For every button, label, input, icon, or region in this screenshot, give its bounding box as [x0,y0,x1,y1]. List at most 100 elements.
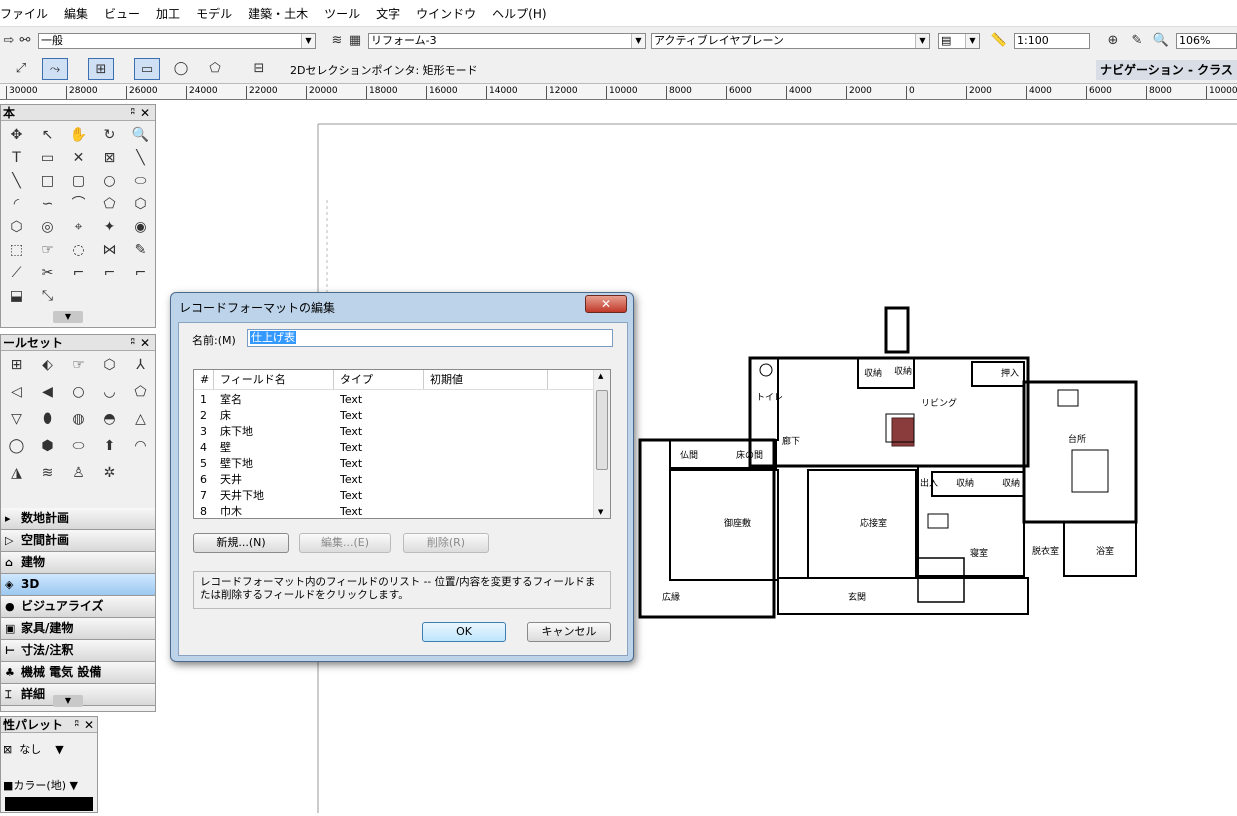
snap-icon[interactable]: ⊞ [88,58,114,80]
toolset-item-building[interactable]: ⌂ 建物 [1,552,155,574]
move-tool-icon[interactable]: ⬓ [1,285,32,308]
polygon-mode-icon[interactable]: ⬠ [206,60,224,78]
oval-tool-icon[interactable]: ⬭ [125,170,156,193]
split-tool-icon[interactable]: ⟋ [1,262,32,285]
class-select[interactable]: 一般 ▼ [38,33,316,49]
stake-tool-icon[interactable]: ⊠ [94,147,125,170]
nurbs-icon[interactable]: ◠ [125,435,156,458]
lasso-mode-icon[interactable]: ◯ [172,60,190,78]
toolset-item-dimension[interactable]: ⊢ 寸法/注釈 [1,640,155,662]
table-row[interactable]: 1 室名 Text [194,392,610,408]
zoom-icon[interactable]: 🔍 [1152,32,1170,50]
toolset-item-mep[interactable]: ♣ 機械 電気 設備 [1,662,155,684]
close-icon[interactable]: ✕ [140,105,150,121]
rotate-view-icon[interactable]: ↻ [94,124,125,147]
toolset-item-3d[interactable]: ◈ 3D [1,574,155,596]
freehand-tool-icon[interactable]: ∽ [32,193,63,216]
sweep-icon[interactable]: ◀ [32,381,63,404]
shell-icon[interactable]: ◍ [63,408,94,431]
table-row[interactable]: 8 巾木 Text [194,504,610,518]
table-row[interactable]: 7 天井下地 Text [194,488,610,504]
flyover-icon[interactable]: ⬖ [32,354,63,377]
navigation-class-tab[interactable]: ナビゲーション - クラス [1096,60,1237,80]
chamfer-edge-icon[interactable]: ⬭ [63,435,94,458]
edit-button[interactable]: 編集...(E) [299,533,391,553]
locus-tool-icon[interactable]: ✕ [63,147,94,170]
menu-item[interactable]: モデル [188,5,240,22]
box-icon[interactable]: ⬠ [125,381,156,404]
polyline-tool-icon[interactable]: ⌒ [63,193,94,216]
scroll-up-icon[interactable]: ▲ [598,372,603,380]
pan-tool-icon[interactable]: ✋ [63,124,94,147]
menu-item[interactable]: ビュー [96,5,148,22]
name-input[interactable]: 仕上げ表 [247,329,613,347]
reshape-tool-icon[interactable]: ↖ [32,124,63,147]
rectangle-tool-icon[interactable]: □ [32,170,63,193]
spiral-tool-icon[interactable]: ◎ [32,216,63,239]
double-line-icon[interactable]: ⬡ [125,193,156,216]
attribute-map-icon[interactable]: ☞ [32,239,63,262]
menu-item[interactable]: 文字 [368,5,408,22]
toolset-item-site[interactable]: ▸ 数地計画 [1,508,155,530]
dimension-tool-icon[interactable]: ╲ [1,170,32,193]
table-row[interactable]: 4 壁 Text [194,440,610,456]
plane-select[interactable]: アクティブレイヤプレーン ▼ [651,33,930,49]
layer-select[interactable]: リフォーム-3 ▼ [368,33,646,49]
eyedropper-tool-icon[interactable]: ⌖ [63,216,94,239]
rectangle-mode-icon[interactable]: ▭ [134,58,160,80]
trim-tool-icon[interactable]: ✎ [125,239,156,262]
fillet-edge-icon[interactable]: ⬢ [32,435,63,458]
table-row[interactable]: 5 壁下地 Text [194,456,610,472]
menu-item[interactable]: 編集 [56,5,96,22]
column-type[interactable]: タイプ [334,370,424,389]
close-icon[interactable]: ✕ [140,335,150,351]
clip-tool-icon[interactable]: ⌐ [125,262,156,285]
zoom-tool-icon[interactable]: 🔍 [125,124,156,147]
new-button[interactable]: 新規...(N) [193,533,289,553]
settings-icon[interactable]: ⊟ [250,60,268,78]
zoom-field[interactable]: 106% [1176,33,1237,49]
color-bar[interactable] [5,797,93,811]
color-row[interactable]: ■カラー(地) ▼ [3,777,78,793]
field-list[interactable]: # フィールド名 タイプ 初期値 1 室名 Text 2 床 Text 3 床下地 Text 4 壁… [193,369,611,519]
circle-tool-icon[interactable]: ○ [94,170,125,193]
selection-tool-icon[interactable]: ✥ [1,124,32,147]
push-pull-icon[interactable]: ☞ [63,354,94,377]
column-number[interactable]: # [194,370,214,389]
tapered-face-icon[interactable]: ⬆ [94,435,125,458]
pyramid-icon[interactable]: △ [125,408,156,431]
pin-icon[interactable]: ʭ [131,105,135,121]
table-row[interactable]: 2 床 Text [194,408,610,424]
toolset-scroll-button[interactable]: ▼ [53,695,83,707]
callout-tool-icon[interactable]: ▭ [32,147,63,170]
layer-options-icon[interactable]: ▦ [346,32,364,50]
cancel-button[interactable]: キャンセル [527,622,611,642]
menu-item[interactable]: ウインドウ [408,5,484,22]
table-row[interactable]: 3 床下地 Text [194,424,610,440]
resize-icon[interactable]: ⤢ [12,60,30,78]
scale-icon[interactable]: 📏 [990,32,1008,50]
wand-tool-icon[interactable]: ✦ [94,216,125,239]
close-button[interactable]: ✕ [585,295,627,313]
toolset-item-space[interactable]: ▷ 空間計画 [1,530,155,552]
menu-item[interactable]: ツール [316,5,368,22]
sphere-icon[interactable]: ○ [63,381,94,404]
fill-style-row[interactable]: ⊠ なし ▼ [3,741,64,757]
class-icon[interactable]: ⚯ [16,32,34,50]
ok-button[interactable]: OK [422,622,506,642]
subdivision-icon[interactable]: ≋ [32,462,63,485]
view-select[interactable]: ▤ ▼ [938,33,980,49]
mirror-tool-icon[interactable]: ◌ [63,239,94,262]
axis-icon[interactable]: ⅄ [125,354,156,377]
regular-polygon-icon[interactable]: ⬡ [1,216,32,239]
menu-item[interactable]: ヘルプ(H) [484,5,554,22]
close-icon[interactable]: ✕ [84,717,94,733]
reflect-tool-icon[interactable]: ⋈ [94,239,125,262]
pin-icon[interactable]: ʭ [75,717,79,733]
cylinder-icon[interactable]: ▽ [1,408,32,431]
menu-item[interactable]: ファイル [0,5,56,22]
shell-solid-icon[interactable]: ◯ [1,435,32,458]
scroll-thumb[interactable] [596,390,608,470]
chamfer-tool-icon[interactable]: ⌐ [63,262,94,285]
palette-scroll-button[interactable]: ▼ [53,311,83,323]
